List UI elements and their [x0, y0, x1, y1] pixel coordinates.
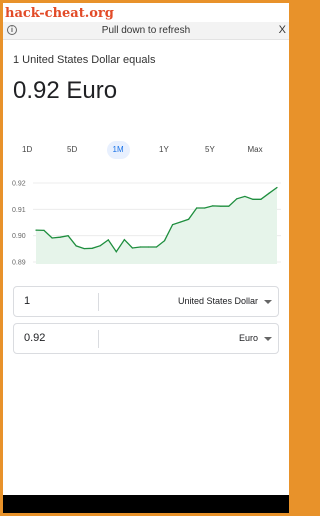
chart-point — [147, 246, 150, 248]
range-tab-max[interactable]: Max — [242, 141, 269, 159]
y-tick-label: 0.89 — [12, 260, 26, 267]
chart-point — [115, 251, 117, 253]
y-tick-label: 0.92 — [12, 181, 26, 188]
chart-point — [99, 245, 101, 247]
chart-point — [196, 207, 198, 209]
chart-point — [35, 229, 37, 231]
converter-divider — [98, 330, 99, 348]
chart-point — [91, 247, 93, 249]
range-tab-5y[interactable]: 5Y — [199, 141, 221, 159]
chart-point — [107, 239, 109, 241]
system-nav-bar — [3, 495, 289, 513]
conversion-result: 0.92 Euro — [13, 77, 118, 104]
chart-point — [75, 245, 77, 247]
chart-point — [244, 195, 246, 198]
from-converter: 1 United States Dollar — [13, 286, 279, 317]
chart-point — [171, 224, 174, 226]
range-tab-5d[interactable]: 5D — [61, 141, 83, 159]
chart-point — [155, 246, 158, 248]
chart-point — [163, 240, 166, 242]
watermark: hack-cheat.org — [5, 6, 114, 21]
chart-point — [51, 237, 53, 239]
from-amount-input[interactable]: 1 — [24, 295, 30, 307]
exchange-rate-chart: 0.92 0.91 0.90 0.89 — [3, 173, 289, 273]
chart-y-labels: 0.92 0.91 0.90 0.89 — [12, 181, 26, 267]
to-converter: 0.92 Euro — [13, 323, 279, 354]
refresh-bar: i Pull down to refresh X — [3, 22, 289, 40]
chart-point — [268, 192, 270, 194]
range-tab-1y[interactable]: 1Y — [153, 141, 175, 159]
from-currency-select[interactable]: United States Dollar — [178, 296, 258, 306]
y-tick-label: 0.91 — [12, 207, 26, 214]
close-button[interactable]: X — [279, 24, 286, 36]
chart-point — [59, 236, 61, 238]
chart-point — [180, 221, 182, 223]
chart-point — [212, 205, 214, 207]
chart-point — [260, 198, 262, 200]
chart-point — [139, 246, 142, 248]
chart-point — [123, 239, 125, 241]
y-tick-label: 0.90 — [12, 233, 26, 240]
chevron-down-icon[interactable] — [264, 300, 272, 304]
chart-point — [220, 205, 222, 207]
chart-point — [188, 218, 190, 220]
chart-point — [83, 247, 85, 250]
converter-divider — [98, 293, 99, 311]
chart-point — [67, 235, 69, 237]
range-tab-1d[interactable]: 1D — [16, 141, 38, 159]
app-frame: i Pull down to refresh X 1 United States… — [3, 3, 289, 513]
chart-point — [252, 198, 254, 200]
chart-point — [236, 198, 238, 200]
chevron-down-icon[interactable] — [264, 337, 272, 341]
chart-point — [276, 186, 278, 189]
range-tab-1m[interactable]: 1M — [106, 141, 130, 159]
chart-point — [204, 207, 206, 209]
chart-point — [131, 247, 133, 249]
refresh-message: Pull down to refresh — [101, 25, 191, 36]
chart-area — [36, 187, 277, 264]
to-currency-select[interactable]: Euro — [239, 333, 258, 343]
conversion-equals-text: 1 United States Dollar equals — [13, 54, 156, 66]
chart-point — [228, 205, 230, 207]
range-tabs: 1D 5D 1M 1Y 5Y Max — [11, 141, 281, 159]
to-amount-input[interactable]: 0.92 — [24, 332, 45, 344]
chart-point — [43, 229, 45, 231]
